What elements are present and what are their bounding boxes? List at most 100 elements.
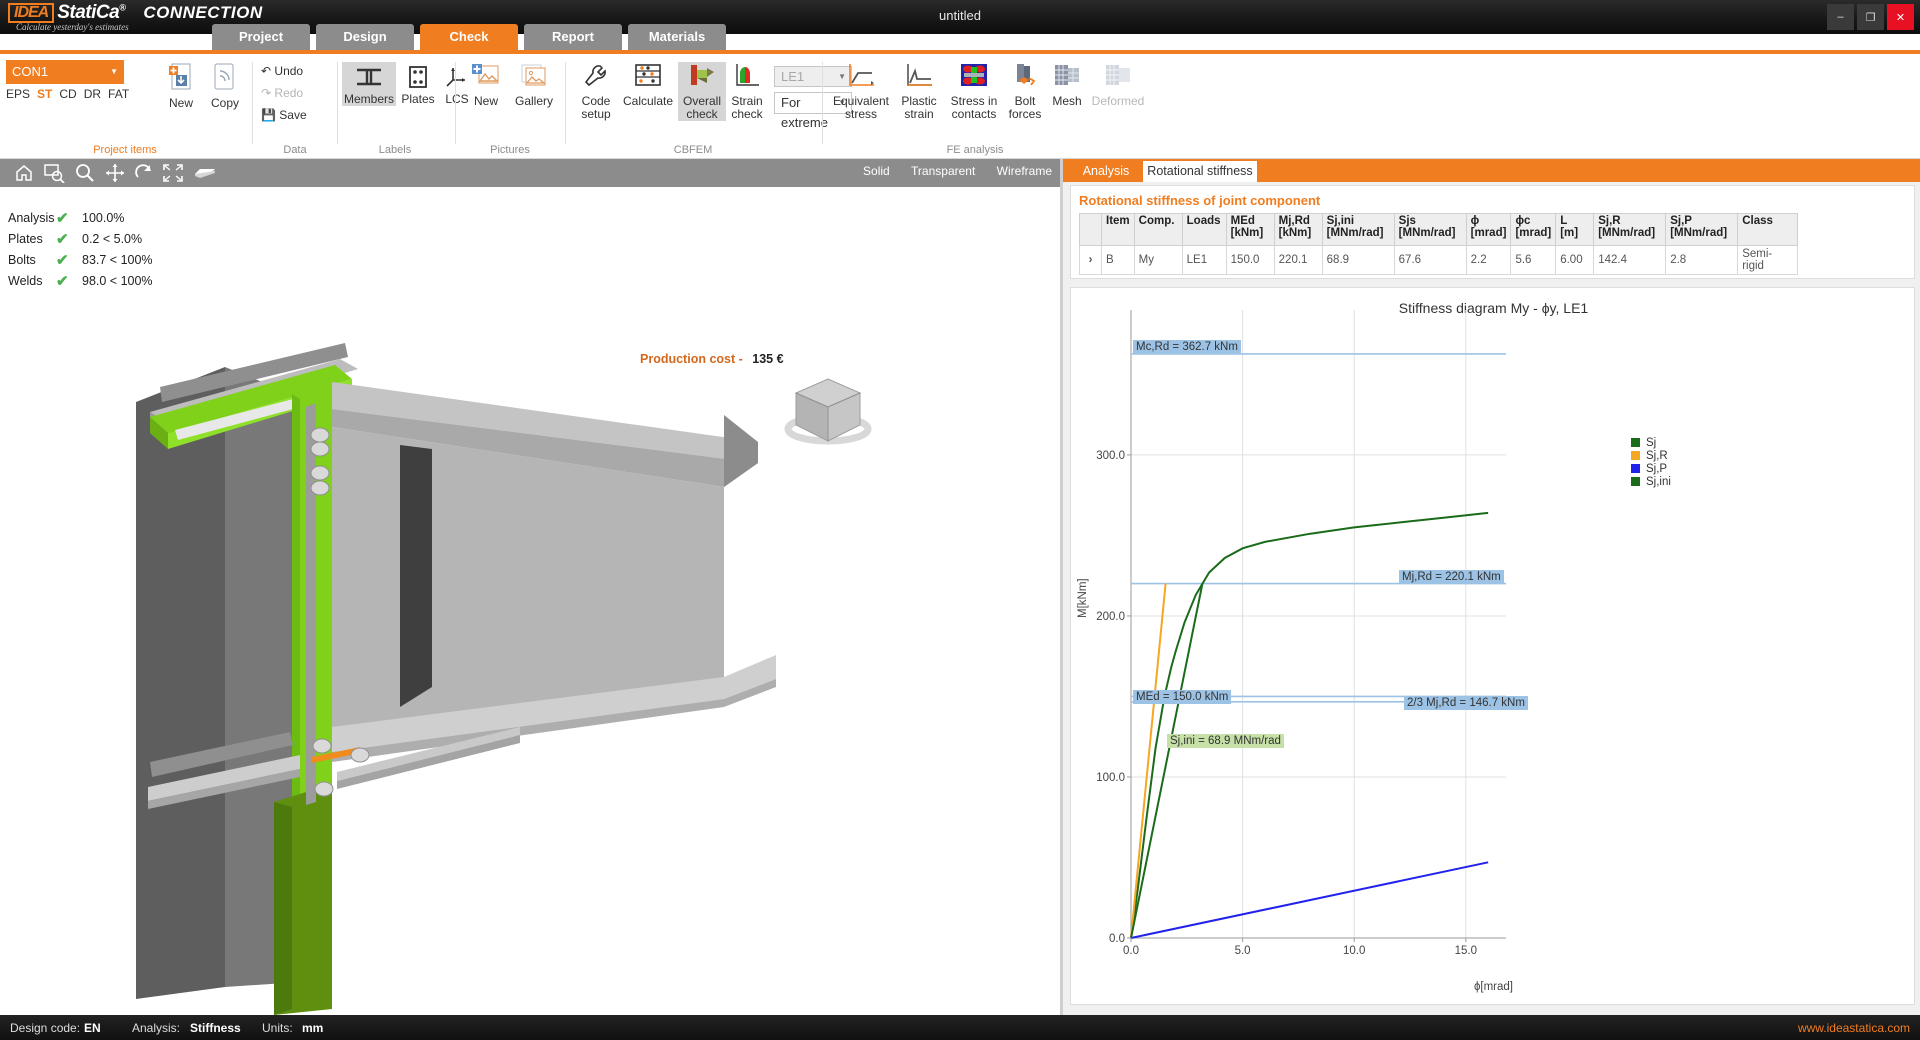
results-panel: Analysis Rotational stiffness Rotational… — [1063, 159, 1920, 1015]
status-design-code-label: Design code: — [10, 1021, 80, 1035]
picture-new-button[interactable]: New — [464, 62, 508, 108]
col-loads[interactable]: Loads — [1182, 214, 1226, 246]
ribbon-group-label-data: Data — [255, 144, 335, 156]
flag-cd[interactable]: CD — [59, 87, 76, 101]
tab-project[interactable]: Project — [212, 24, 310, 50]
floppy-save-icon: 💾 — [261, 108, 276, 122]
col-comp[interactable]: Comp. — [1134, 214, 1182, 246]
render-mode-transparent[interactable]: Transparent — [911, 164, 975, 178]
col-phi[interactable]: ϕ[mrad] — [1466, 214, 1511, 246]
model-3d-viewport[interactable]: Analysis ✔ 100.0% Plates ✔ 0.2 < 5.0% Bo… — [0, 187, 1060, 1015]
tab-analysis[interactable]: Analysis — [1071, 161, 1141, 182]
plastic-strain-label-2: strain — [895, 108, 943, 121]
stiffness-chart-card: Stiffness diagram My - ϕy, LE1 Sj Sj,R S… — [1070, 287, 1915, 1005]
stress-in-contacts-button[interactable]: Stress in contacts — [945, 62, 1003, 121]
flag-fat[interactable]: FAT — [108, 87, 129, 101]
strain-check-label-2: check — [726, 108, 768, 121]
svg-text:0.0: 0.0 — [1123, 945, 1139, 957]
copy-item-button[interactable]: Copy — [204, 62, 246, 110]
plastic-strain-icon — [895, 62, 943, 93]
picture-gallery-icon — [510, 62, 558, 93]
undo-button[interactable]: ↶ Undo — [261, 64, 303, 78]
cell-med: 150.0 — [1226, 246, 1274, 275]
plastic-strain-button[interactable]: Plastic strain — [895, 62, 943, 121]
col-phic[interactable]: ϕc[mrad] — [1511, 214, 1556, 246]
picture-gallery-button[interactable]: Gallery — [510, 62, 558, 108]
table-row[interactable]: › B My LE1 150.0 220.1 68.9 67.6 2.2 5.6… — [1080, 246, 1798, 275]
rotate-icon[interactable] — [134, 163, 156, 183]
tab-rotational-stiffness[interactable]: Rotational stiffness — [1143, 161, 1257, 182]
cell-sjp: 2.8 — [1666, 246, 1738, 275]
status-analysis-label: Analysis: — [132, 1021, 180, 1035]
ribbon-group-data: ↶ Undo ↷ Redo 💾 Save Data — [255, 54, 335, 159]
picture-gallery-label: Gallery — [510, 95, 558, 108]
tab-check[interactable]: Check — [420, 24, 518, 50]
save-button[interactable]: 💾 Save — [261, 108, 307, 122]
flag-st[interactable]: ST — [37, 87, 52, 101]
tab-report[interactable]: Report — [524, 24, 622, 50]
status-units-value: mm — [302, 1021, 323, 1035]
window-title: untitled — [0, 8, 1920, 23]
status-website-link[interactable]: www.ideastatica.com — [1798, 1021, 1910, 1035]
zoom-icon[interactable] — [75, 163, 97, 183]
svg-text:300.0: 300.0 — [1096, 450, 1125, 462]
ribbon-group-label-pictures: Pictures — [458, 144, 562, 156]
abacus-calculate-icon — [620, 62, 676, 93]
status-bar: Design code: EN Analysis: Stiffness Unit… — [0, 1015, 1920, 1040]
bolt-forces-button[interactable]: Bolt forces — [1005, 62, 1045, 121]
col-sjp[interactable]: Sj,P[MNm/rad] — [1666, 214, 1738, 246]
connection-select-value: CON1 — [12, 64, 48, 79]
equivalent-stress-label-2: stress — [829, 108, 893, 121]
wrench-icon — [572, 62, 620, 93]
plates-toggle[interactable]: Plates — [398, 62, 438, 106]
col-sjs[interactable]: Sjs[MNm/rad] — [1394, 214, 1466, 246]
ribbon-divider-2 — [337, 62, 338, 144]
ribbon-divider-3 — [455, 62, 456, 144]
svg-text:15.0: 15.0 — [1455, 945, 1477, 957]
annotation-med: MEd = 150.0 kNm — [1133, 690, 1231, 704]
home-icon[interactable] — [14, 163, 36, 183]
cell-comp: My — [1134, 246, 1182, 275]
fit-icon[interactable] — [162, 163, 184, 183]
section-icon[interactable] — [192, 163, 218, 183]
render-mode-solid[interactable]: Solid — [863, 164, 890, 178]
plates-icon — [398, 66, 438, 91]
calculate-button[interactable]: Calculate — [620, 62, 676, 108]
deformed-icon — [1087, 62, 1149, 93]
ribbon-group-fe-analysis: Equivalent stress Plastic strain Stress … — [825, 54, 1125, 159]
picture-new-label: New — [464, 95, 508, 108]
row-expand-icon[interactable]: › — [1080, 246, 1102, 275]
members-label: Members — [342, 93, 396, 106]
stiffness-plot: 0.0100.0200.0300.00.05.010.015.0 — [1071, 288, 1916, 1006]
orientation-cube[interactable] — [778, 367, 878, 457]
overall-check-button[interactable]: Overall check — [678, 62, 726, 121]
pan-icon[interactable] — [105, 163, 127, 183]
cell-item: B — [1102, 246, 1135, 275]
render-mode-wireframe[interactable]: Wireframe — [997, 164, 1052, 178]
strain-check-button[interactable]: Strain check — [726, 62, 768, 121]
col-sjini[interactable]: Sj,ini[MNm/rad] — [1322, 214, 1394, 246]
ribbon-group-label-cbfem: CBFEM — [568, 144, 818, 156]
mesh-button[interactable]: Mesh — [1047, 62, 1087, 108]
equivalent-stress-button[interactable]: Equivalent stress — [829, 62, 893, 121]
col-item[interactable]: Item — [1102, 214, 1135, 246]
col-l[interactable]: L[m] — [1556, 214, 1594, 246]
undo-label: Undo — [274, 64, 303, 78]
flag-eps[interactable]: EPS — [6, 87, 30, 101]
members-toggle[interactable]: Members — [342, 62, 396, 106]
cell-phic: 5.6 — [1511, 246, 1556, 275]
tab-design[interactable]: Design — [316, 24, 414, 50]
connection-select[interactable]: CON1 ▼ — [6, 60, 124, 84]
col-mjrd[interactable]: Mj,Rd[kNm] — [1274, 214, 1322, 246]
plates-label: Plates — [398, 93, 438, 106]
zoom-window-icon[interactable] — [44, 163, 66, 183]
col-class[interactable]: Class — [1738, 214, 1798, 246]
steel-connection-model[interactable] — [0, 187, 1060, 1015]
flag-dr[interactable]: DR — [84, 87, 101, 101]
new-item-button[interactable]: New — [160, 62, 202, 110]
code-setup-button[interactable]: Code setup — [572, 62, 620, 121]
tab-materials[interactable]: Materials — [628, 24, 726, 50]
col-sjr[interactable]: Sj,R[MNm/rad] — [1594, 214, 1666, 246]
col-med[interactable]: MEd[kNm] — [1226, 214, 1274, 246]
cell-sjs: 67.6 — [1394, 246, 1466, 275]
